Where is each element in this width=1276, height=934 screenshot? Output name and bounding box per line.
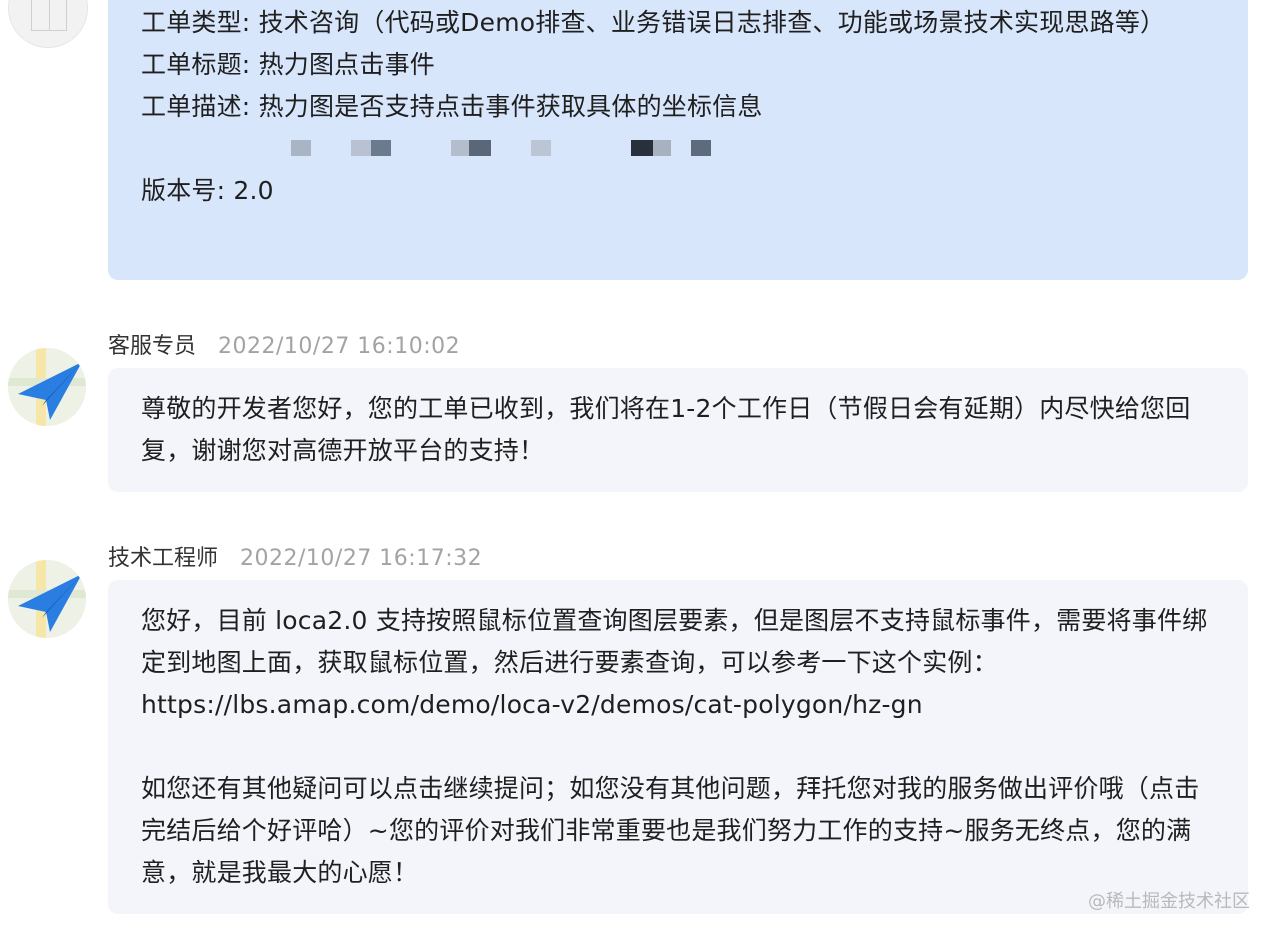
user-avatar-icon <box>8 0 88 48</box>
message-timestamp: 2022/10/27 16:17:32 <box>240 546 483 571</box>
message-text: 尊敬的开发者您好，您的工单已收到，我们将在1-2个工作日（节假日会有延期）内尽快… <box>141 394 1191 465</box>
ticket-type: 工单类型: 技术咨询（代码或Demo排查、业务错误日志排查、功能或场景技术实现思… <box>141 8 1166 37</box>
ticket-version: 版本号: 2.0 <box>141 176 274 205</box>
ticket-description: 工单描述: 热力图是否支持点击事件获取具体的坐标信息 <box>141 92 763 121</box>
ticket-title: 工单标题: 热力图点击事件 <box>141 50 435 79</box>
sender-name: 客服专员 <box>108 334 197 359</box>
message-timestamp: 2022/10/27 16:10:02 <box>218 334 461 359</box>
message-header: 技术工程师 2022/10/27 16:17:32 <box>108 546 482 572</box>
watermark: @稀土掘金技术社区 <box>1088 891 1250 912</box>
demo-link[interactable]: https://lbs.amap.com/demo/loca-v2/demos/… <box>141 684 1216 726</box>
redacted-line <box>141 128 1216 170</box>
paper-plane-icon <box>8 348 86 426</box>
message-header: 客服专员 2022/10/27 16:10:02 <box>108 334 460 360</box>
user-message-bubble: 工单类型: 技术咨询（代码或Demo排查、业务错误日志排查、功能或场景技术实现思… <box>108 0 1248 280</box>
sender-name: 技术工程师 <box>108 546 219 571</box>
agent-message-bubble: 您好，目前 loca2.0 支持按照鼠标位置查询图层要素，但是图层不支持鼠标事件… <box>108 580 1248 914</box>
paper-plane-icon <box>8 560 86 638</box>
message-text: 如您还有其他疑问可以点击继续提问；如您没有其他问题，拜托您对我的服务做出评价哦（… <box>141 774 1200 887</box>
message-text: 您好，目前 loca2.0 支持按照鼠标位置查询图层要素，但是图层不支持鼠标事件… <box>141 606 1208 677</box>
agent-message-bubble: 尊敬的开发者您好，您的工单已收到，我们将在1-2个工作日（节假日会有延期）内尽快… <box>108 368 1248 492</box>
